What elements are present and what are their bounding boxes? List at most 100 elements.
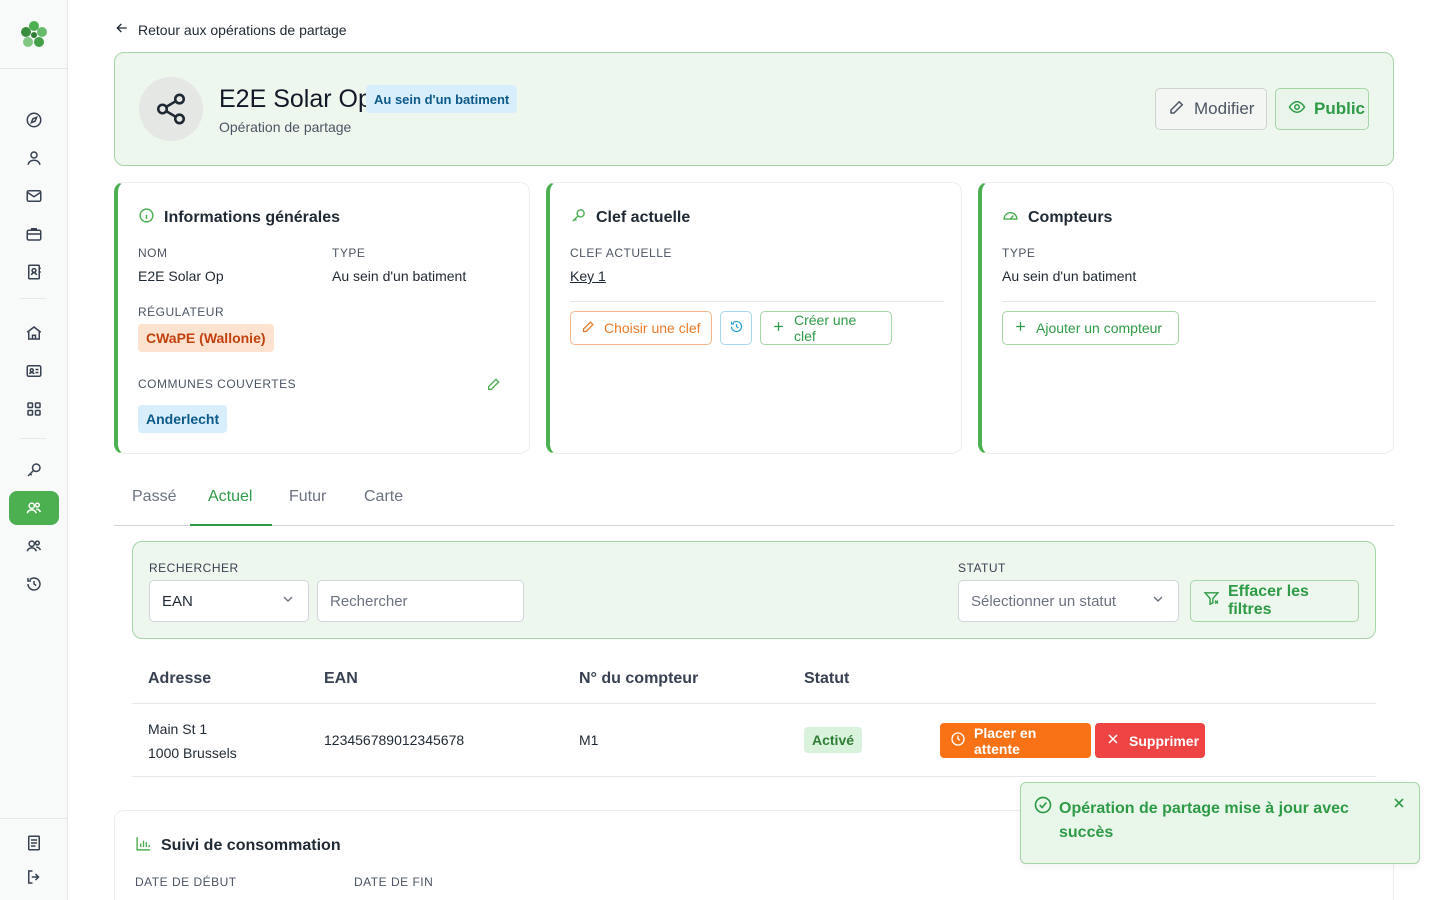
meters-type-label: TYPE (1002, 246, 1036, 260)
end-date-label: DATE DE FIN (354, 875, 434, 889)
search-label: RECHERCHER (149, 561, 239, 575)
history-icon (729, 319, 744, 337)
status-select[interactable]: Sélectionner un statut (958, 580, 1179, 622)
clear-filters-button[interactable]: Effacer les filtres (1190, 580, 1359, 622)
back-link-label: Retour aux opérations de partage (138, 21, 347, 38)
row-address-line1: Main St 1 (148, 721, 208, 737)
col-header-address: Adresse (148, 670, 212, 687)
meters-type-value: Au sein d'un batiment (1002, 268, 1137, 284)
choose-key-label: Choisir une clef (604, 320, 701, 336)
filter-clear-icon (1203, 590, 1220, 612)
hold-button-label: Placer en attente (974, 724, 1037, 757)
history-icon[interactable] (22, 572, 46, 596)
key-history-button[interactable] (720, 311, 752, 345)
divider (570, 301, 944, 302)
chevron-down-icon (1150, 591, 1166, 611)
app-logo[interactable] (18, 18, 50, 50)
meters-title: Compteurs (1002, 207, 1112, 229)
general-info-title-label: Informations générales (164, 209, 341, 226)
add-meter-button[interactable]: Ajouter un compteur (1002, 311, 1179, 345)
sidebar-divider (0, 68, 68, 69)
hold-button[interactable]: Placer en attente (940, 723, 1091, 758)
logout-icon[interactable] (22, 865, 46, 889)
clock-icon (950, 731, 966, 750)
sidebar-divider (20, 298, 46, 299)
check-circle-icon (1033, 795, 1053, 820)
name-label: NOM (138, 246, 168, 260)
general-info-card: Informations générales NOM E2E Solar Op … (114, 182, 530, 454)
search-input-placeholder: Rechercher (330, 592, 408, 610)
period-tabs: Passé Actuel Futur Carte (114, 478, 1394, 526)
status-label: STATUT (958, 561, 1006, 575)
row-ean: 123456789012345678 (324, 732, 465, 748)
tab-carte[interactable]: Carte (364, 488, 403, 506)
tab-futur[interactable]: Futur (289, 488, 326, 506)
public-button-label: Public (1314, 99, 1366, 118)
share-icon (139, 77, 203, 141)
consumption-title: Suivi de consommation (135, 835, 341, 857)
delete-button-label: Supprimer (1129, 732, 1200, 749)
sidebar (0, 0, 68, 900)
sidebar-divider (0, 818, 68, 819)
key-icon[interactable] (22, 458, 46, 482)
tab-actuel[interactable]: Actuel (208, 488, 252, 506)
current-key-title-label: Clef actuelle (596, 209, 691, 226)
mail-icon[interactable] (22, 184, 46, 208)
regulator-badge: CWaPE (Wallonie) (138, 324, 274, 352)
briefcase-icon[interactable] (22, 222, 46, 246)
row-address-line2: 1000 Brussels (148, 745, 237, 761)
meters-title-label: Compteurs (1028, 209, 1113, 226)
toast-message: Opération de partage mise à jour avec su… (1059, 800, 1349, 841)
create-key-button[interactable]: Créer une clef (760, 311, 892, 345)
table-row-divider (132, 776, 1376, 777)
document-icon[interactable] (22, 831, 46, 855)
eye-icon (1288, 98, 1306, 121)
active-tab-indicator (190, 524, 272, 526)
search-field-value: EAN (162, 592, 193, 610)
table-header-divider (132, 703, 1376, 704)
user-icon[interactable] (22, 146, 46, 170)
current-key-title: Clef actuelle (570, 207, 690, 229)
plus-icon (771, 319, 786, 337)
choose-key-button[interactable]: Choisir une clef (570, 311, 712, 345)
public-button[interactable]: Public (1275, 88, 1369, 130)
home-icon[interactable] (22, 321, 46, 345)
modify-button[interactable]: Modifier (1155, 88, 1267, 130)
create-key-label: Créer une clef (794, 312, 857, 344)
communes-label: COMMUNES COUVERTES (138, 377, 297, 391)
current-key-label: CLEF ACTUELLE (570, 246, 672, 260)
page-title: E2E Solar Op (219, 85, 372, 113)
tab-passe[interactable]: Passé (132, 488, 176, 506)
chevron-down-icon (280, 591, 296, 611)
search-input[interactable]: Rechercher (317, 580, 524, 622)
back-link[interactable]: Retour aux opérations de partage (114, 20, 347, 39)
sidebar-divider (20, 438, 46, 439)
type-badge: Au sein d'un batiment (366, 85, 518, 113)
gauge-icon (1002, 207, 1019, 229)
regulator-label: RÉGULATEUR (138, 305, 225, 319)
sharing-users-icon[interactable] (9, 491, 59, 525)
status-select-placeholder: Sélectionner un statut (971, 592, 1117, 610)
name-value: E2E Solar Op (138, 268, 224, 284)
grid-icon[interactable] (22, 397, 46, 421)
compass-icon[interactable] (22, 108, 46, 132)
plus-icon (1013, 319, 1028, 337)
contact-book-icon[interactable] (22, 260, 46, 284)
delete-button[interactable]: Supprimer (1095, 723, 1205, 758)
close-icon[interactable] (1391, 795, 1407, 816)
search-field-select[interactable]: EAN (149, 580, 309, 622)
general-info-title: Informations générales (138, 207, 340, 229)
col-header-meter: N° du compteur (579, 670, 699, 687)
key-icon (570, 207, 587, 229)
row-meter: M1 (579, 732, 599, 748)
id-card-icon[interactable] (22, 359, 46, 383)
users-icon[interactable] (22, 534, 46, 558)
type-value: Au sein d'un batiment (332, 268, 467, 284)
edit-communes-icon[interactable] (486, 376, 502, 397)
close-icon (1105, 731, 1121, 750)
pencil-icon (581, 319, 596, 337)
operation-header: E2E Solar Op Au sein d'un batiment Opéra… (114, 52, 1394, 166)
current-key-link[interactable]: Key 1 (570, 268, 606, 284)
filter-panel: RECHERCHER EAN Rechercher STATUT Sélecti… (132, 541, 1376, 639)
meters-card: Compteurs TYPE Au sein d'un batiment Ajo… (978, 182, 1394, 454)
